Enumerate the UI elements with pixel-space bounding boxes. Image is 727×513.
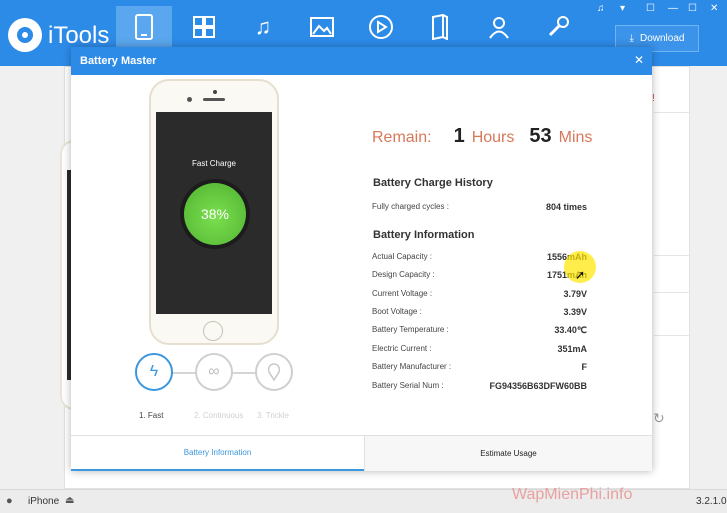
mode-connector: [173, 372, 197, 374]
watermark: WapMienPhi.info: [512, 486, 633, 503]
row-label: Boot Voltage :: [372, 307, 422, 316]
row-label: Actual Capacity :: [372, 252, 433, 261]
mode-label-fast: 1. Fast: [139, 411, 164, 420]
apple-icon: ●: [6, 495, 13, 507]
battery-info-title: Battery Information: [373, 229, 475, 241]
remain-time: Remain: 1 Hours 53 Mins: [372, 125, 592, 148]
music-mini-icon[interactable]: ♫: [597, 3, 605, 14]
download-icon: ⤓: [629, 33, 634, 44]
mode-connector: [233, 372, 257, 374]
info-row: Electric Current : 351mA: [372, 344, 587, 354]
maximize-icon[interactable]: ☐: [688, 3, 697, 14]
row-value: F: [581, 362, 588, 372]
minimize-icon[interactable]: —: [668, 3, 678, 14]
download-label: Download: [639, 33, 685, 44]
continuous-charge-icon: ∞: [195, 353, 233, 391]
charge-history-title: Battery Charge History: [373, 177, 493, 189]
mode-label-continuous: 2. Continuous: [194, 411, 244, 420]
row-label: Battery Temperature :: [372, 325, 449, 334]
row-value: FG94356B63DFW60BB: [489, 381, 587, 391]
row-label: Current Voltage :: [372, 289, 433, 298]
row-value: 3.79V: [563, 289, 587, 299]
tab-battery-information[interactable]: Battery Information: [71, 436, 364, 471]
fast-charge-label: Fast Charge: [191, 159, 237, 168]
eject-icon[interactable]: ⏏: [65, 495, 74, 506]
device-name[interactable]: iPhone: [28, 496, 59, 507]
books-icon[interactable]: [412, 6, 468, 48]
music-icon[interactable]: ♫: [235, 6, 291, 48]
phone-screen: Fast Charge 38%: [156, 112, 272, 314]
itools-logo-icon: [8, 18, 42, 52]
tab-estimate-usage[interactable]: Estimate Usage: [364, 436, 652, 471]
info-row: Current Voltage : 3.79V: [372, 289, 587, 299]
app-name: iTools: [48, 22, 110, 49]
row-label: Design Capacity :: [372, 270, 435, 279]
mode-label-trickle: 3. Trickle: [257, 411, 290, 420]
dialog-header: Battery Master ✕: [71, 47, 652, 75]
info-row: Battery Serial Num : FG94356B63DFW60BB: [372, 381, 587, 391]
dialog-title: Battery Master: [80, 55, 157, 67]
background-alert: !: [652, 93, 655, 104]
row-value: 3.39V: [563, 307, 587, 317]
remain-label: Remain:: [372, 129, 432, 146]
info-row: Boot Voltage : 3.39V: [372, 307, 587, 317]
photos-icon[interactable]: [294, 6, 350, 48]
contacts-icon[interactable]: [471, 6, 527, 48]
device-icon[interactable]: [116, 6, 172, 48]
row-label: Battery Serial Num :: [372, 381, 444, 390]
video-icon[interactable]: [353, 6, 409, 48]
info-row: Fully charged cycles : 804 times: [372, 202, 587, 212]
remain-mins: 53: [529, 125, 552, 147]
row-label: Electric Current :: [372, 344, 432, 353]
info-row: Battery Manufacturer : F: [372, 362, 587, 372]
close-window-icon[interactable]: ✕: [710, 3, 718, 14]
row-label: Battery Manufacturer :: [372, 362, 452, 371]
remain-hours: 1: [453, 125, 465, 147]
apps-icon[interactable]: [176, 6, 232, 48]
remain-mins-unit: Mins: [558, 129, 593, 146]
info-row: Battery Temperature : 33.40℃: [372, 325, 587, 336]
refresh-icon[interactable]: ↻: [653, 410, 665, 427]
row-value: 804 times: [545, 202, 587, 212]
tools-icon[interactable]: [530, 6, 586, 48]
row-value: 33.40℃: [554, 325, 587, 335]
row-label: Fully charged cycles :: [372, 202, 449, 211]
battery-percent: 38%: [184, 183, 246, 245]
row-value: 351mA: [557, 344, 587, 354]
close-icon[interactable]: ✕: [634, 53, 644, 67]
version-label: 3.2.1.0: [696, 496, 727, 507]
status-bar: ● iPhone ⏏ WapMienPhi.info 3.2.1.0: [0, 486, 727, 513]
dialog-tabs: Battery Information Estimate Usage: [71, 435, 652, 471]
info-row: Design Capacity :1751mAh: [372, 270, 587, 280]
fast-charge-icon: ϟ: [135, 353, 173, 391]
trickle-charge-icon: [255, 353, 293, 391]
mouse-cursor-icon: ➚: [575, 268, 586, 282]
phone-illustration: Fast Charge 38%: [149, 79, 279, 345]
skin-icon[interactable]: ▾: [620, 3, 625, 14]
home-button: [203, 321, 223, 341]
menu-icon[interactable]: ☐: [646, 3, 655, 14]
info-row: Actual Capacity :1556mAh: [372, 252, 587, 262]
remain-hours-unit: Hours: [471, 129, 515, 146]
